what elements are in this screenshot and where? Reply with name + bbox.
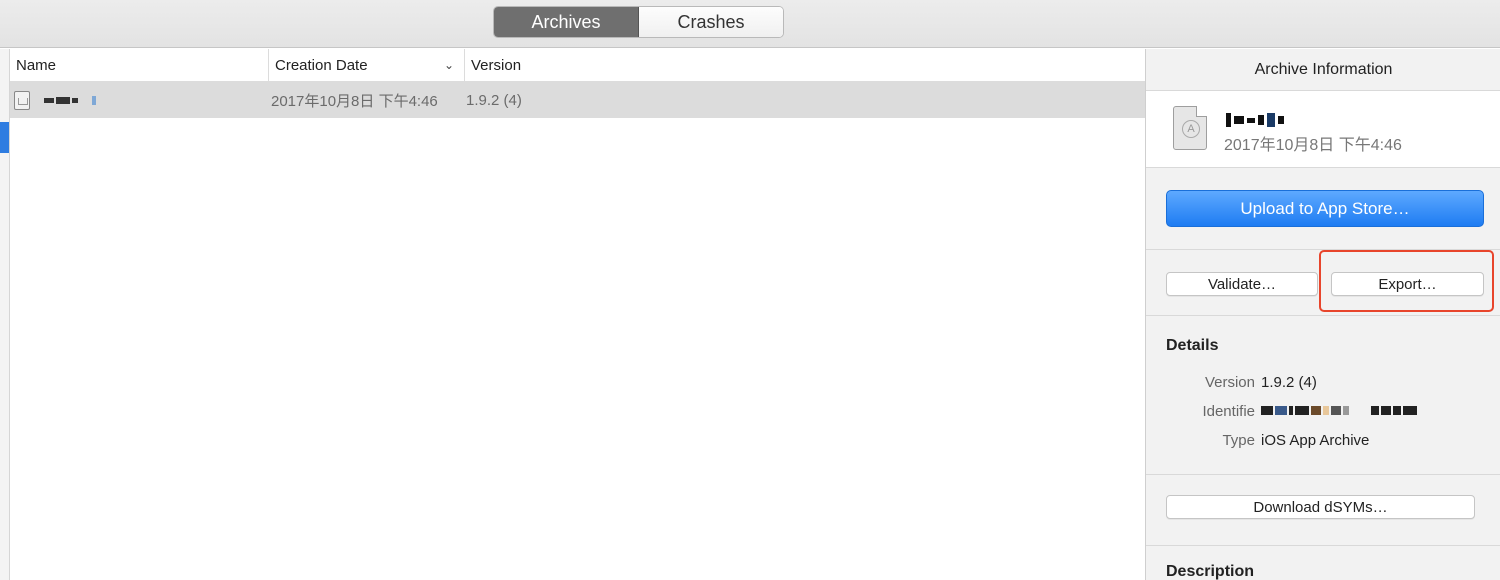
archive-document-icon (14, 90, 30, 110)
column-header-creation-date[interactable]: Creation Date ⌄ (268, 49, 464, 81)
download-dsyms-button[interactable]: Download dSYMs… (1166, 495, 1475, 519)
upload-to-app-store-button[interactable]: Upload to App Store… (1166, 190, 1484, 227)
column-header-name[interactable]: Name (10, 49, 268, 81)
archive-date: 2017年10月8日 下午4:46 (1224, 137, 1402, 154)
actions-section: Validate… Export… (1146, 250, 1500, 316)
panel-title: Archive Information (1146, 49, 1500, 91)
tab-crashes[interactable]: Crashes (639, 7, 783, 37)
redacted-archive-name (44, 95, 96, 105)
selection-indicator (0, 122, 9, 153)
upload-section: Upload to App Store… (1146, 168, 1500, 250)
cell-version: 1.9.2 (4) (466, 91, 522, 109)
sort-chevron-down-icon: ⌄ (443, 58, 454, 72)
details-title: Details (1166, 337, 1219, 354)
export-button[interactable]: Export… (1331, 272, 1484, 296)
redacted-archive-name (1226, 113, 1287, 127)
description-title: Description (1166, 563, 1255, 580)
table-row[interactable]: 2017年10月8日 下午4:46 1.9.2 (4) (10, 82, 1145, 118)
detail-label: Type (1222, 432, 1255, 449)
detail-identifier: Identifie (1146, 403, 1500, 423)
detail-type: Type iOS App Archive (1146, 432, 1500, 452)
column-header-version[interactable]: Version (464, 49, 1145, 81)
archives-table: Name Creation Date ⌄ Version 2017年10月8日 … (10, 49, 1145, 580)
details-section: Details Version 1.9.2 (4) Identifie Type… (1146, 316, 1500, 475)
cell-name (14, 82, 266, 118)
table-header: Name Creation Date ⌄ Version (10, 49, 1145, 82)
archives-crashes-segmented-control: Archives Crashes (493, 6, 784, 38)
archive-summary (1146, 91, 1500, 168)
archive-document-icon (1173, 106, 1207, 150)
detail-version: Version 1.9.2 (4) (1146, 374, 1500, 394)
column-header-label: Creation Date (275, 56, 368, 74)
tab-archives[interactable]: Archives (494, 7, 639, 37)
detail-value: iOS App Archive (1261, 432, 1370, 449)
detail-label: Version (1204, 374, 1255, 391)
detail-label: Identifie (1202, 403, 1255, 420)
validate-button[interactable]: Validate… (1166, 272, 1318, 296)
redacted-identifier (1261, 406, 1417, 415)
archive-information-panel: Archive Information 2017年10月8日 下午4:46 Up… (1145, 49, 1500, 580)
sidebar-strip (0, 49, 10, 580)
detail-value: 1.9.2 (4) (1261, 374, 1317, 391)
cell-creation-date: 2017年10月8日 下午4:46 (271, 92, 438, 110)
dsym-section: Download dSYMs… (1146, 475, 1500, 546)
toolbar: Archives Crashes (0, 0, 1500, 48)
